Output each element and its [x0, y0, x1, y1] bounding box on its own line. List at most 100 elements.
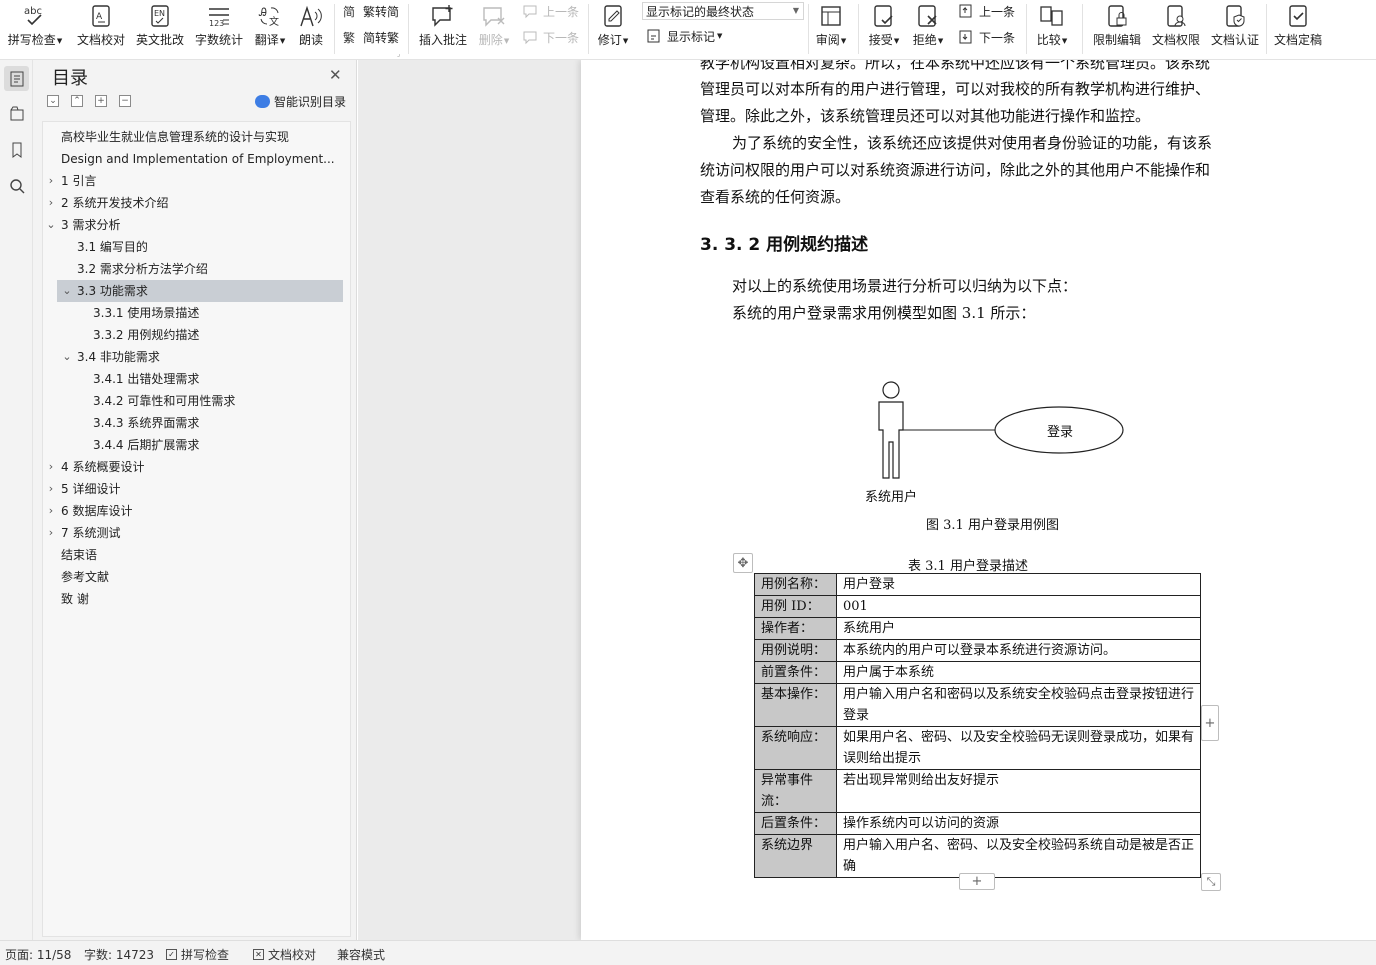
toc-item[interactable]: 3.4.1 出错处理需求	[43, 368, 343, 390]
add-column-button[interactable]: +	[1201, 705, 1219, 741]
collapse-all-icon[interactable]: ⌄	[47, 95, 59, 107]
word-count-button[interactable]: 123 字数统计	[190, 0, 248, 58]
table-key-cell[interactable]: 前置条件：	[754, 661, 837, 684]
chevron-right-icon[interactable]: ›	[45, 500, 57, 522]
translate-button[interactable]: Ꭿ文 翻译▼	[250, 0, 290, 58]
table-key-cell[interactable]: 用例 ID：	[754, 595, 837, 618]
table-key-cell[interactable]: 系统边界	[754, 834, 837, 878]
chevron-right-icon[interactable]: ›	[45, 170, 57, 192]
status-spell-check[interactable]: ✓ 拼写检查	[166, 946, 229, 963]
restrict-edit-button[interactable]: 限制编辑	[1088, 0, 1146, 58]
markup-state-select[interactable]: 显示标记的最终状态 ▼	[642, 2, 804, 20]
toc-item[interactable]: 3.3.2 用例规约描述	[43, 324, 343, 346]
simp-to-trad-button[interactable]: 繁 简转繁	[342, 27, 399, 47]
prev-change-button[interactable]: 上一条	[958, 1, 1015, 21]
toc-item[interactable]: › 1 引言	[43, 170, 343, 192]
svg-text:简: 简	[343, 5, 355, 19]
table-value-cell[interactable]: 用户输入用户名、密码、以及安全校验码系统自动是被是否正确	[836, 834, 1201, 878]
toc-item[interactable]: › 5 详细设计	[43, 478, 343, 500]
toc-pane-button[interactable]	[4, 66, 29, 91]
chevron-down-icon: ▼	[792, 6, 799, 15]
toc-item[interactable]: ⌄ 3 需求分析	[43, 214, 343, 236]
word-count-indicator[interactable]: 字数: 14723	[84, 946, 154, 963]
toc-item[interactable]: ⌄ 3.4 非功能需求	[43, 346, 343, 368]
add-row-button[interactable]: +	[959, 873, 995, 890]
table-value-cell[interactable]: 用户输入用户名和密码以及系统安全校验码点击登录按钮进行登录	[836, 683, 1201, 727]
insert-comment-button[interactable]: 插入批注	[414, 0, 472, 58]
toc-item[interactable]: › 2 系统开发技术介绍	[43, 192, 343, 214]
show-markup-button[interactable]: 显示标记 ▼	[646, 26, 722, 46]
toc-item[interactable]: 3.4.3 系统界面需求	[43, 412, 343, 434]
toc-item[interactable]: 3.3.1 使用场景描述	[43, 302, 343, 324]
accept-button[interactable]: 接受▼	[864, 0, 904, 58]
toc-item[interactable]: 参考文献	[43, 566, 343, 588]
search-button[interactable]	[4, 173, 29, 198]
table-value-cell[interactable]: 若出现异常则给出友好提示	[836, 769, 1201, 813]
table-key-cell[interactable]: 用例说明：	[754, 639, 837, 662]
delete-comment-button[interactable]: 删除▼	[474, 0, 514, 58]
chapter-nav-button[interactable]	[4, 101, 29, 126]
chevron-right-icon[interactable]: ›	[45, 478, 57, 500]
table-value-cell[interactable]: 系统用户	[836, 617, 1201, 640]
use-case-table[interactable]: 用例名称： 用户登录 用例 ID： 001 操作者： 系统用户 用例说明： 本系统内的用户可以…	[754, 573, 1201, 878]
next-comment-button[interactable]: 下一条	[522, 27, 579, 47]
bookmark-button[interactable]	[4, 137, 29, 162]
table-key-cell[interactable]: 后置条件：	[754, 812, 837, 835]
chevron-down-icon[interactable]: ⌄	[45, 214, 57, 236]
prev-comment-button[interactable]: 上一条	[522, 1, 579, 21]
toc-item[interactable]: › 4 系统概要设计	[43, 456, 343, 478]
next-change-button[interactable]: 下一条	[958, 27, 1015, 47]
table-value-cell[interactable]: 用户属于本系统	[836, 661, 1201, 684]
toc-item[interactable]: › 6 数据库设计	[43, 500, 343, 522]
toc-item[interactable]: ⌄ 3.3 功能需求	[57, 280, 343, 302]
track-changes-button[interactable]: 修订▼	[592, 0, 634, 58]
expand-all-icon[interactable]: ⌃	[71, 95, 83, 107]
toc-item[interactable]: 3.2 需求分析方法学介绍	[43, 258, 343, 280]
table-resize-handle-icon[interactable]: ⤡	[1201, 873, 1221, 891]
toc-item[interactable]: 高校毕业生就业信息管理系统的设计与实现	[43, 126, 343, 148]
reject-button[interactable]: 拒绝▼	[908, 0, 948, 58]
table-value-cell[interactable]: 如果用户名、密码、以及安全校验码无误则登录成功，如果有误则给出提示	[836, 726, 1201, 770]
toc-item[interactable]: Design and Implementation of Employment.…	[43, 148, 343, 170]
add-item-icon[interactable]: +	[95, 95, 107, 107]
table-key-cell[interactable]: 异常事件流：	[754, 769, 837, 813]
table-value-cell[interactable]: 操作系统内可以访问的资源	[836, 812, 1201, 835]
chevron-down-icon[interactable]: ⌄	[61, 280, 73, 302]
chevron-down-icon[interactable]: ⌄	[61, 346, 73, 368]
document-page[interactable]: 教学机构设置相对复杂。所以，在本系统中还应该有一个系统管理员。该系统 管理员可以…	[581, 60, 1376, 940]
toc-item[interactable]: 致 谢	[43, 588, 343, 610]
chevron-right-icon[interactable]: ›	[45, 192, 57, 214]
toc-item[interactable]: 3.4.4 后期扩展需求	[43, 434, 343, 456]
close-icon[interactable]: ✕	[329, 66, 342, 84]
compare-button[interactable]: 比较▼	[1032, 0, 1072, 58]
doc-permission-button[interactable]: 文档权限	[1148, 0, 1204, 58]
chevron-right-icon[interactable]: ›	[45, 522, 57, 544]
chevron-right-icon[interactable]: ›	[45, 456, 57, 478]
page-indicator[interactable]: 页面: 11/58	[5, 946, 71, 963]
toc-item[interactable]: 结束语	[43, 544, 343, 566]
table-move-handle-icon[interactable]: ✥	[733, 553, 753, 573]
spell-check-button[interactable]: abc 拼写检查▼	[4, 0, 66, 58]
actor-label: 系统用户	[865, 490, 918, 505]
toc-item[interactable]: 3.1 编写目的	[43, 236, 343, 258]
table-key-cell[interactable]: 用例名称：	[754, 573, 837, 596]
status-proofread[interactable]: ✕ 文档校对	[253, 946, 316, 963]
table-key-cell[interactable]: 基本操作：	[754, 683, 837, 727]
smart-toc-button[interactable]: 智能识别目录	[255, 93, 346, 110]
toc-item[interactable]: › 7 系统测试	[43, 522, 343, 544]
remove-item-icon[interactable]: −	[119, 95, 131, 107]
english-correct-button[interactable]: EN 英文批改	[132, 0, 188, 58]
dialog-launcher-icon[interactable]: ⌟	[397, 50, 400, 58]
table-key-cell[interactable]: 系统响应：	[754, 726, 837, 770]
review-pane-button[interactable]: 审阅▼	[812, 0, 850, 58]
read-aloud-button[interactable]: 朗读	[293, 0, 329, 58]
table-value-cell[interactable]: 本系统内的用户可以登录本系统进行资源访问。	[836, 639, 1201, 662]
toc-item[interactable]: 3.4.2 可靠性和可用性需求	[43, 390, 343, 412]
doc-proofread-button[interactable]: A 文档校对	[72, 0, 130, 58]
table-value-cell[interactable]: 用户登录	[836, 573, 1201, 596]
table-key-cell[interactable]: 操作者：	[754, 617, 837, 640]
doc-certify-button[interactable]: 文档认证	[1206, 0, 1264, 58]
trad-to-simp-button[interactable]: 简 繁转简	[342, 1, 399, 21]
table-value-cell[interactable]: 001	[836, 595, 1201, 618]
doc-finalize-button[interactable]: 文档定稿	[1270, 0, 1326, 58]
